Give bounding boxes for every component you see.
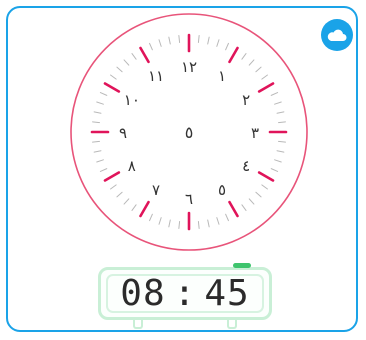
digital-clock-foot-right [227, 320, 237, 329]
minute-tick [241, 204, 247, 211]
minute-tick [96, 159, 104, 163]
hour-mark [103, 171, 121, 182]
minute-tick [270, 168, 279, 172]
minute-tick [116, 191, 123, 198]
clock-numeral: ٣ [251, 124, 259, 142]
clock-numeral: ٦ [185, 190, 193, 208]
minute-tick [207, 219, 210, 228]
digital-separator: : [173, 273, 197, 314]
minute-tick [92, 140, 100, 143]
minute-tick [270, 92, 279, 96]
minute-tick [178, 35, 181, 43]
minute-tick [99, 168, 108, 172]
hour-mark [139, 46, 150, 64]
minute-tick [197, 35, 200, 43]
digital-clock-indicator [233, 263, 251, 268]
minute-tick [178, 221, 181, 229]
minute-tick [261, 74, 268, 80]
clock-numeral: ١ [218, 67, 226, 85]
clock-numeral: ١٢ [181, 58, 197, 76]
hour-mark [228, 200, 239, 218]
minute-tick [123, 198, 130, 205]
minute-tick [99, 92, 108, 96]
minute-tick [168, 36, 171, 45]
minute-tick [158, 39, 162, 47]
minute-tick [261, 184, 268, 190]
minute-tick [149, 213, 153, 222]
clock-numeral: ٤ [242, 157, 250, 175]
minute-tick [274, 159, 282, 163]
minute-tick [197, 221, 200, 229]
minute-tick [276, 150, 285, 153]
minute-tick [158, 217, 162, 225]
minute-tick [207, 36, 210, 45]
minute-tick [131, 204, 137, 211]
digital-clock-screen: 08 : 45 [106, 273, 264, 314]
minute-tick [274, 101, 282, 105]
hour-mark [228, 46, 239, 64]
digital-hours: 08 [120, 273, 166, 314]
clock-numeral: ٢ [242, 91, 250, 109]
minute-tick [225, 42, 229, 51]
digital-clock: 08 : 45 [98, 263, 272, 329]
digital-clock-foot-left [133, 320, 143, 329]
minute-tick [248, 59, 255, 66]
minute-tick [110, 184, 117, 190]
clock-numeral: ١١ [148, 67, 164, 85]
clock-numeral: ٨ [128, 157, 136, 175]
minute-tick [123, 59, 130, 66]
minute-tick [278, 140, 286, 143]
minute-tick [168, 219, 171, 228]
minute-tick [216, 39, 220, 47]
hour-mark [257, 82, 275, 93]
minute-tick [278, 121, 286, 124]
minute-tick [225, 213, 229, 222]
digital-minutes: 45 [204, 273, 250, 314]
minute-tick [92, 121, 100, 124]
clock-numeral: ٩ [119, 124, 127, 142]
clock-numeral: ٥ [218, 181, 226, 199]
hour-mark [139, 200, 150, 218]
clock-numeral: ١٠ [124, 91, 140, 109]
minute-tick [255, 191, 262, 198]
minute-tick [131, 53, 137, 60]
minute-tick [96, 101, 104, 105]
minute-tick [216, 217, 220, 225]
hour-mark [103, 82, 121, 93]
minute-tick [276, 111, 285, 114]
minute-tick [93, 111, 102, 114]
minute-tick [116, 66, 123, 73]
hour-mark [257, 171, 275, 182]
clock-center-mark: ٥ [185, 123, 194, 142]
clock-numeral: ٧ [152, 181, 160, 199]
minute-tick [241, 53, 247, 60]
minute-tick [110, 74, 117, 80]
minute-tick [248, 198, 255, 205]
minute-tick [149, 42, 153, 51]
minute-tick [93, 150, 102, 153]
minute-tick [255, 66, 262, 73]
